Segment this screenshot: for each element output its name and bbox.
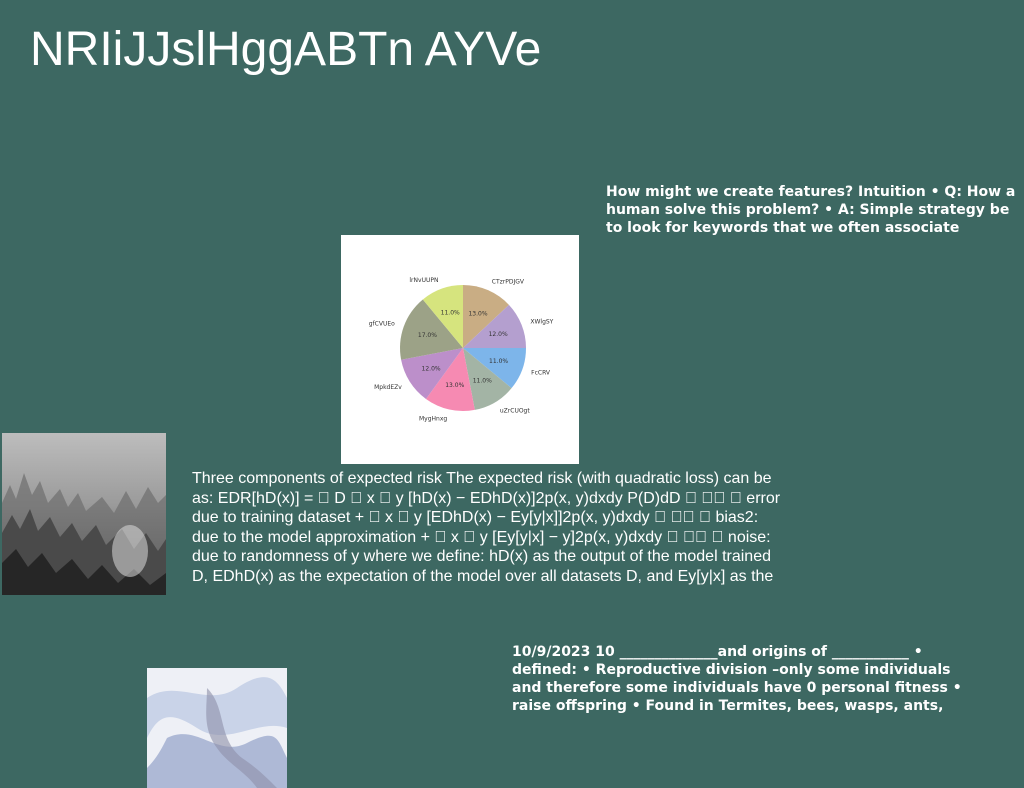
- pie-category-label: MygHnxg: [419, 416, 447, 423]
- pie-category-label: MpkdEZv: [374, 384, 402, 391]
- page-title: NRIiJJslHggABTn AYVe: [30, 23, 542, 76]
- forest-photo: [2, 433, 166, 595]
- features-note: How might we create features? Intuition …: [606, 184, 1016, 236]
- pie-category-label: gfCVUEo: [369, 320, 395, 327]
- pie-value-label: 13.0%: [445, 382, 464, 389]
- pie-value-label: 13.0%: [468, 310, 487, 317]
- fabric-photo: [147, 668, 287, 788]
- pie-category-label: lrNvUUPN: [409, 277, 438, 284]
- expected-risk-text: Three components of expected risk The ex…: [192, 470, 781, 585]
- biology-note: 10/9/2023 10 ______________and origins o…: [512, 644, 962, 714]
- pie-category-label: XWlgSY: [530, 318, 553, 325]
- pie-value-label: 11.0%: [489, 358, 508, 365]
- pie-category-label: FcCRV: [531, 370, 551, 377]
- pie-value-label: 11.0%: [441, 309, 460, 316]
- pie-value-label: 17.0%: [418, 332, 437, 339]
- pie-chart-svg: 13.0% CTzrPDJGV 12.0% XWlgSY 11.0% FcCRV 11.0%…: [369, 277, 554, 423]
- pie-value-label: 12.0%: [422, 365, 441, 372]
- pie-value-label: 11.0%: [473, 378, 492, 385]
- pie-chart: 13.0% CTzrPDJGV 12.0% XWlgSY 11.0% FcCRV 11.0%…: [341, 235, 579, 464]
- pie-category-label: uZrCUOgt: [500, 407, 530, 414]
- pie-value-label: 12.0%: [489, 331, 508, 338]
- pie-category-label: CTzrPDJGV: [492, 279, 525, 286]
